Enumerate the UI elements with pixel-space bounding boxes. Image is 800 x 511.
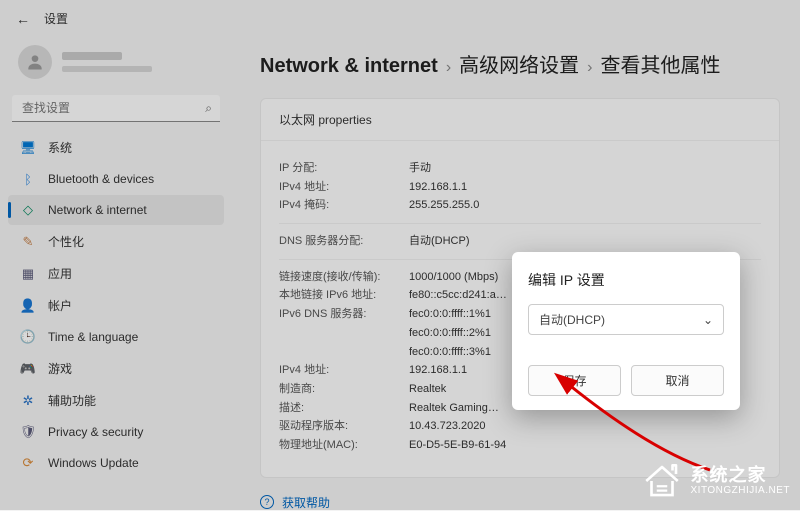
property-group: IP 分配:手动IPv4 地址:192.168.1.1IPv4 掩码:255.2…: [279, 151, 761, 224]
sidebar-item-label: 系统: [48, 139, 72, 156]
property-value: 192.168.1.1: [409, 361, 467, 380]
user-profile[interactable]: [8, 37, 224, 95]
property-label: IPv6 DNS 服务器:: [279, 305, 409, 324]
property-row: IP 分配:手动: [279, 159, 761, 178]
property-value: 10.43.723.2020: [409, 417, 485, 436]
sidebar-item-label: 游戏: [48, 360, 72, 377]
property-row: DNS 服务器分配:自动(DHCP): [279, 232, 761, 251]
sidebar-item-label: Privacy & security: [48, 425, 143, 439]
ip-mode-select[interactable]: 自动(DHCP) ⌄: [528, 304, 724, 335]
search-icon: ⌕: [205, 101, 212, 116]
property-value: 自动(DHCP): [409, 232, 470, 251]
property-label: 描述:: [279, 399, 409, 418]
help-icon: ?: [260, 495, 274, 509]
gaming-icon: 🎮: [20, 361, 36, 377]
property-value: Realtek Gaming…: [409, 399, 499, 418]
display-icon: 🖥: [20, 140, 36, 156]
sidebar-item-label: Time & language: [48, 330, 138, 344]
cancel-button[interactable]: 取消: [631, 365, 724, 396]
window-title: 设置: [44, 10, 68, 27]
accounts-icon: 👤: [20, 298, 36, 314]
breadcrumb: Network & internet › 高级网络设置 › 查看其他属性: [260, 49, 780, 78]
sidebar-item-label: 个性化: [48, 233, 84, 250]
sidebar-item-8[interactable]: ✲ 辅助功能: [8, 385, 224, 416]
personalize-icon: ✎: [20, 234, 36, 250]
chevron-down-icon: ⌄: [703, 313, 713, 327]
card-header: 以太网 properties: [261, 99, 779, 141]
property-value: 1000/1000 (Mbps): [409, 268, 498, 287]
property-value: Realtek: [409, 380, 446, 399]
accessibility-icon: ✲: [20, 393, 36, 409]
sidebar-item-3[interactable]: ✎ 个性化: [8, 226, 224, 257]
user-name-placeholder: [62, 52, 122, 60]
sidebar-item-10[interactable]: ⟳ Windows Update: [8, 448, 224, 478]
property-row: 物理地址(MAC):E0-D5-5E-B9-61-94: [279, 436, 761, 455]
sidebar-item-1[interactable]: ᛒ Bluetooth & devices: [8, 164, 224, 194]
property-value: fec0:0:0:ffff::1%1: [409, 305, 491, 324]
sidebar-item-2[interactable]: ◇ Network & internet: [8, 195, 224, 225]
privacy-icon: 🛡: [20, 424, 36, 440]
breadcrumb-level2[interactable]: 高级网络设置: [459, 49, 579, 78]
edit-ip-dialog: 编辑 IP 设置 自动(DHCP) ⌄ 保存 取消: [512, 252, 740, 410]
property-value: fec0:0:0:ffff::2%1: [409, 324, 491, 343]
property-row: IPv4 掩码:255.255.255.0: [279, 196, 761, 215]
apps-icon: ▦: [20, 266, 36, 282]
property-label: 本地链接 IPv6 地址:: [279, 286, 409, 305]
chevron-right-icon: ›: [587, 59, 592, 77]
dialog-title: 编辑 IP 设置: [528, 270, 724, 290]
sidebar-item-9[interactable]: 🛡 Privacy & security: [8, 417, 224, 447]
breadcrumb-level3: 查看其他属性: [600, 49, 720, 78]
sidebar-item-5[interactable]: 👤 帐户: [8, 290, 224, 321]
sidebar-item-label: Windows Update: [48, 456, 139, 470]
property-value: 手动: [409, 159, 431, 178]
user-email-placeholder: [62, 66, 152, 72]
chevron-right-icon: ›: [446, 59, 451, 77]
sidebar-item-4[interactable]: ▦ 应用: [8, 258, 224, 289]
property-value: 255.255.255.0: [409, 196, 479, 215]
property-label: 驱动程序版本:: [279, 417, 409, 436]
sidebar-item-label: 辅助功能: [48, 392, 96, 409]
property-value: fec0:0:0:ffff::3%1: [409, 343, 491, 362]
update-icon: ⟳: [20, 455, 36, 471]
house-icon: [641, 460, 683, 502]
sidebar-item-label: 帐户: [48, 297, 72, 314]
property-row: 驱动程序版本:10.43.723.2020: [279, 417, 761, 436]
get-help-label: 获取帮助: [282, 494, 330, 511]
property-label: 链接速度(接收/传输):: [279, 268, 409, 287]
select-value: 自动(DHCP): [539, 311, 605, 328]
sidebar-item-0[interactable]: 🖥 系统: [8, 132, 224, 163]
property-label: DNS 服务器分配:: [279, 232, 409, 251]
property-label: IPv4 地址:: [279, 361, 409, 380]
property-label: [279, 324, 409, 343]
property-label: IPv4 掩码:: [279, 196, 409, 215]
property-value: 192.168.1.1: [409, 178, 467, 197]
back-arrow-icon[interactable]: ←: [16, 11, 30, 27]
search-input[interactable]: [12, 95, 220, 122]
sidebar-item-label: 应用: [48, 265, 72, 282]
property-label: 制造商:: [279, 380, 409, 399]
property-value: E0-D5-5E-B9-61-94: [409, 436, 506, 455]
property-row: IPv4 地址:192.168.1.1: [279, 178, 761, 197]
property-label: 物理地址(MAC):: [279, 436, 409, 455]
watermark-brand: 系统之家: [691, 466, 791, 486]
wifi-icon: ◇: [20, 202, 36, 218]
save-button[interactable]: 保存: [528, 365, 621, 396]
bluetooth-icon: ᛒ: [20, 171, 36, 187]
watermark: 系统之家 XITONGZHIJIA.NET: [641, 460, 791, 502]
sidebar-item-7[interactable]: 🎮 游戏: [8, 353, 224, 384]
sidebar: ⌕ 🖥 系统 ᛒ Bluetooth & devices ◇ Network & inte…: [0, 37, 232, 511]
property-label: IPv4 地址:: [279, 178, 409, 197]
property-label: IP 分配:: [279, 159, 409, 178]
breadcrumb-root[interactable]: Network & internet: [260, 55, 438, 78]
watermark-url: XITONGZHIJIA.NET: [691, 485, 791, 496]
time-icon: 🕒: [20, 329, 36, 345]
property-value: fe80::c5cc:d241:a…: [409, 286, 507, 305]
sidebar-item-label: Bluetooth & devices: [48, 172, 154, 186]
property-label: [279, 343, 409, 362]
avatar: [18, 45, 52, 79]
sidebar-item-label: Network & internet: [48, 203, 147, 217]
sidebar-item-6[interactable]: 🕒 Time & language: [8, 322, 224, 352]
